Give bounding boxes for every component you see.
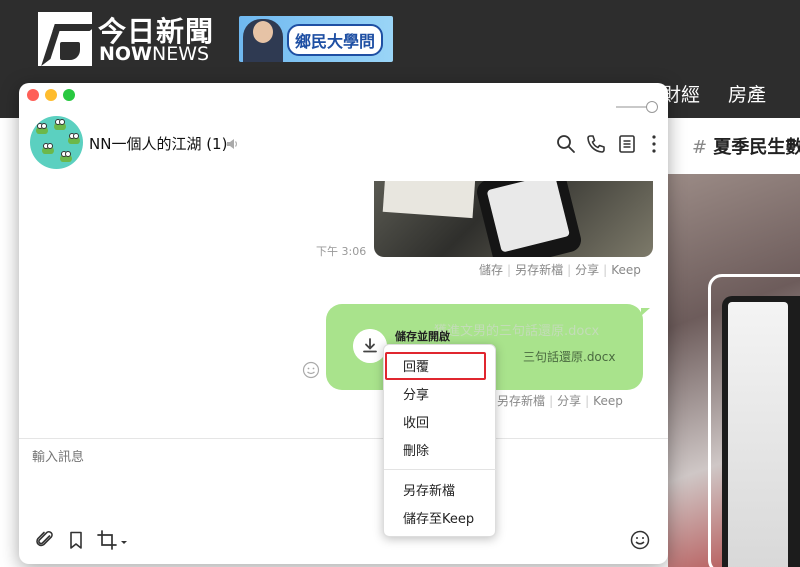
phone-icon[interactable] bbox=[585, 133, 607, 155]
photo-message[interactable] bbox=[374, 181, 653, 257]
chat-name[interactable]: NN一個人的江湖 (1) bbox=[89, 133, 227, 154]
window-minimize-button[interactable] bbox=[45, 89, 57, 101]
photo-action-keep[interactable]: Keep bbox=[607, 263, 645, 277]
menu-item-unsend[interactable]: 收回 bbox=[384, 411, 497, 437]
avatar-frog bbox=[54, 119, 66, 130]
logo-subtitle: NOWNEWS bbox=[99, 43, 209, 65]
file-action-share[interactable]: 分享 bbox=[553, 394, 585, 408]
more-icon[interactable] bbox=[643, 133, 665, 155]
hashtag-text: 夏季民生數 bbox=[713, 137, 800, 158]
hashtag-link[interactable]: # 夏季民生數 bbox=[692, 133, 800, 159]
opacity-slider-knob[interactable] bbox=[646, 101, 658, 113]
sticker-icon[interactable] bbox=[630, 530, 650, 550]
hash-icon: # bbox=[692, 137, 708, 158]
file-open-label[interactable]: 儲存並開啟 bbox=[395, 328, 450, 344]
ad-banner[interactable]: 鄉民大學問 bbox=[239, 16, 393, 62]
photo-paper bbox=[382, 181, 476, 219]
menu-separator bbox=[384, 469, 497, 470]
search-icon[interactable] bbox=[555, 133, 577, 155]
photo-phone bbox=[474, 181, 584, 257]
message-list[interactable]: 下午 3:06 儲存 | 另存新檔 | 分享 | Keep 獲進文男的三句話還原.docx … bbox=[19, 177, 668, 439]
hero-image[interactable] bbox=[668, 174, 800, 567]
nav-realestate[interactable]: 房產 bbox=[728, 80, 766, 107]
hero-screen bbox=[728, 302, 788, 567]
chat-window: NN一個人的江湖 (1) 下午 3:06 儲存 | 另存新檔 | 分享 | Keep bbox=[19, 83, 668, 564]
photo-actions: 儲存 | 另存新檔 | 分享 | Keep bbox=[475, 261, 645, 278]
menu-item-delete[interactable]: 刪除 bbox=[384, 439, 497, 465]
photo-action-share[interactable]: 分享 bbox=[571, 263, 603, 277]
logo-mark-icon bbox=[38, 12, 92, 66]
opacity-slider[interactable] bbox=[616, 101, 658, 113]
avatar-frog bbox=[36, 123, 48, 134]
download-icon[interactable] bbox=[353, 329, 387, 363]
window-close-button[interactable] bbox=[27, 89, 39, 101]
file-action-keep[interactable]: Keep bbox=[589, 394, 627, 408]
attach-icon[interactable] bbox=[35, 530, 55, 550]
site-logo[interactable]: 今日新聞 NOWNEWS bbox=[38, 12, 213, 66]
compose-divider bbox=[19, 438, 668, 439]
avatar-frog bbox=[42, 143, 54, 154]
menu-item-save-to-keep[interactable]: 儲存至Keep bbox=[384, 507, 497, 533]
bookmark-icon[interactable] bbox=[66, 530, 86, 550]
context-menu: 回覆 分享 收回 刪除 另存新檔 儲存至Keep bbox=[383, 344, 497, 537]
emoji-react-icon[interactable] bbox=[302, 361, 320, 379]
note-icon[interactable] bbox=[616, 133, 638, 155]
ad-person-image bbox=[243, 19, 283, 62]
file-name-faded: 獲進文男的三句話還原.docx bbox=[434, 324, 600, 339]
menu-item-save-as[interactable]: 另存新檔 bbox=[384, 479, 497, 505]
speaker-icon bbox=[227, 139, 237, 149]
logo-sub-bold: NOW bbox=[99, 43, 153, 65]
menu-item-share[interactable]: 分享 bbox=[384, 383, 497, 409]
photo-action-save[interactable]: 儲存 bbox=[475, 263, 507, 277]
chat-avatar[interactable] bbox=[30, 116, 83, 169]
message-timestamp: 下午 3:06 bbox=[316, 245, 367, 258]
logo-sub-light: NEWS bbox=[152, 43, 210, 65]
avatar-frog bbox=[68, 133, 80, 144]
avatar-frog bbox=[60, 151, 72, 162]
window-zoom-button[interactable] bbox=[63, 89, 75, 101]
chat-header: NN一個人的江湖 (1) bbox=[19, 113, 668, 177]
file-name: 三句話還原.docx bbox=[523, 350, 616, 364]
message-input[interactable] bbox=[32, 450, 332, 465]
crop-icon[interactable] bbox=[97, 530, 131, 550]
ad-text: 鄉民大學問 bbox=[287, 24, 384, 56]
file-actions: |另存新檔|分享|Keep bbox=[489, 392, 627, 409]
window-titlebar[interactable] bbox=[19, 83, 668, 113]
menu-item-reply[interactable]: 回覆 bbox=[384, 355, 497, 381]
photo-action-save-as[interactable]: 另存新檔 bbox=[511, 263, 567, 277]
opacity-slider-track bbox=[616, 106, 650, 108]
file-action-save-as[interactable]: 另存新檔 bbox=[493, 394, 549, 408]
